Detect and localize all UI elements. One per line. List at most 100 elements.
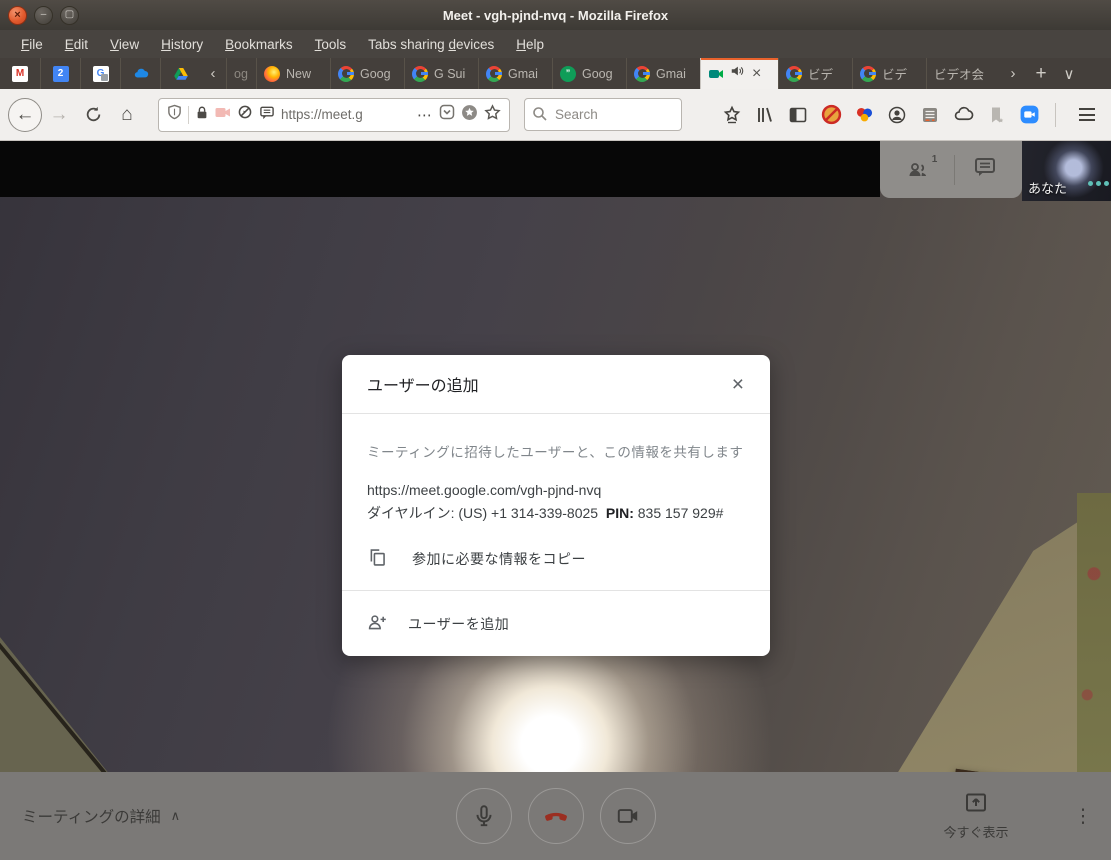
tab-overflow-partial[interactable]: og <box>226 58 256 89</box>
meet-favicon-icon <box>708 66 724 82</box>
microphone-button[interactable] <box>456 788 512 844</box>
url-bar[interactable]: https://meet.g ⋯ <box>158 98 510 132</box>
pinned-tab-gmail[interactable]: M <box>0 58 40 89</box>
screenshot-circle-star-icon[interactable] <box>461 104 478 126</box>
meet-top-panel: 1 <box>880 141 1022 198</box>
window-maximize-button[interactable]: ▢ <box>60 6 79 25</box>
tab-video-1[interactable]: ビデ <box>778 58 852 89</box>
menu-hamburger-icon[interactable] <box>1071 104 1103 125</box>
firefox-favicon-icon <box>264 66 280 82</box>
menu-bar: File Edit View History Bookmarks Tools T… <box>0 30 1111 58</box>
tab-video-3[interactable]: ビデオ会 <box>926 58 1000 89</box>
all-tabs-dropdown-button[interactable]: ∨ <box>1056 58 1082 89</box>
panel-divider <box>954 155 955 185</box>
tab-gsuite[interactable]: G Sui <box>404 58 478 89</box>
menu-file[interactable]: File <box>10 33 54 56</box>
https-lock-icon[interactable] <box>195 105 209 125</box>
tab-label: New <box>286 67 311 81</box>
copy-joining-info-label: 参加に必要な情報をコピー <box>412 549 586 569</box>
more-options-button[interactable]: ⋮ <box>1068 772 1098 860</box>
reload-button[interactable] <box>76 98 110 132</box>
tab-video-2[interactable]: ビデ <box>852 58 926 89</box>
menu-tabs-sharing-devices[interactable]: Tabs sharing devices <box>357 33 505 56</box>
tab-gmail-1[interactable]: Gmai <box>478 58 552 89</box>
pinned-tab-calendar[interactable]: 2 <box>40 58 80 89</box>
tab-audio-speaker-icon[interactable] <box>730 64 744 83</box>
dial-in-label: ダイヤルイン: <box>367 505 454 521</box>
tab-scroll-left-button[interactable]: ‹ <box>200 58 226 89</box>
meeting-details-label: ミーティングの詳細 <box>22 805 161 827</box>
url-text[interactable]: https://meet.g <box>281 107 411 122</box>
present-screen-icon <box>964 792 988 817</box>
drive-favicon-icon <box>173 66 189 82</box>
cloud-extension-icon[interactable] <box>952 104 974 126</box>
camera-button[interactable] <box>600 788 656 844</box>
tab-label: Gmai <box>656 67 686 81</box>
menu-help[interactable]: Help <box>505 33 555 56</box>
google-favicon-icon <box>634 66 650 82</box>
copy-joining-info-button[interactable]: 参加に必要な情報をコピー <box>367 547 745 571</box>
notifications-bubble-icon[interactable] <box>259 105 275 125</box>
pinned-tab-onedrive[interactable] <box>120 58 160 89</box>
audio-activity-dots-icon[interactable] <box>1088 181 1109 186</box>
menu-history[interactable]: History <box>150 33 214 56</box>
pinned-tab-drive[interactable] <box>160 58 200 89</box>
sidebar-toggle-icon[interactable] <box>787 104 809 126</box>
menu-bookmarks[interactable]: Bookmarks <box>214 33 304 56</box>
back-button[interactable]: ← <box>8 98 42 132</box>
autoplay-blocked-icon[interactable] <box>237 104 253 125</box>
present-now-button[interactable]: 今すぐ表示 <box>930 772 1022 860</box>
library-icon[interactable] <box>754 104 776 126</box>
present-now-label: 今すぐ表示 <box>943 822 1008 841</box>
dialog-close-icon[interactable]: × <box>728 372 748 397</box>
meet-control-bar: ミーティングの詳細 ∧ 今すぐ表示 ⋮ <box>0 772 1111 860</box>
add-users-dialog: ユーザーの追加 × ミーティングに招待したユーザーと、この情報を共有します ht… <box>342 355 770 656</box>
tab-bar: M 2 G ‹ og New Goog G Sui Gmai ”Goog Gma… <box>0 58 1111 89</box>
person-add-icon <box>367 613 388 634</box>
pocket-save-icon[interactable] <box>439 104 455 125</box>
page-actions-ellipsis-icon[interactable]: ⋯ <box>417 106 433 124</box>
home-button[interactable]: ⌂ <box>110 98 144 132</box>
account-icon[interactable] <box>886 104 908 126</box>
adblocker-extension-icon[interactable] <box>820 104 842 126</box>
colorballs-extension-icon[interactable] <box>853 104 875 126</box>
new-tab-button[interactable]: + <box>1026 58 1056 89</box>
bookmark-star-icon[interactable] <box>484 104 501 126</box>
server-extension-icon[interactable] <box>919 104 941 126</box>
menu-tools[interactable]: Tools <box>304 33 358 56</box>
zoom-camera-extension-icon[interactable] <box>1018 104 1040 126</box>
hang-up-button[interactable] <box>528 788 584 844</box>
window-title: Meet - vgh-pjnd-nvq - Mozilla Firefox <box>0 8 1111 23</box>
tracking-protection-shield-icon[interactable] <box>167 104 182 125</box>
google-favicon-icon <box>486 66 502 82</box>
participant-count-badge: 1 <box>932 154 938 178</box>
tab-label: G Sui <box>434 67 465 81</box>
tab-gmail-2[interactable]: Gmai <box>626 58 700 89</box>
forward-button[interactable]: → <box>42 98 76 132</box>
close-tab-icon[interactable]: × <box>752 66 761 82</box>
pinned-tab-translate[interactable]: G <box>80 58 120 89</box>
search-box <box>524 98 682 131</box>
dial-in-info: ダイヤルイン: (US) +1 314-339-8025 PIN: 835 15… <box>367 502 745 525</box>
window-minimize-button[interactable]: – <box>34 6 53 25</box>
star-badge-icon[interactable] <box>721 104 743 126</box>
hangouts-favicon-icon: ” <box>560 66 576 82</box>
camera-in-use-icon[interactable] <box>215 106 231 124</box>
menu-view[interactable]: View <box>99 33 150 56</box>
tab-meet-active[interactable]: × <box>700 58 778 89</box>
bookmark-flag-disabled-icon[interactable] <box>985 104 1007 126</box>
tab-scroll-right-button[interactable]: › <box>1000 58 1026 89</box>
meeting-details-button[interactable]: ミーティングの詳細 ∧ <box>22 772 180 860</box>
add-users-button[interactable]: ユーザーを追加 <box>342 590 770 656</box>
chat-button[interactable] <box>973 155 997 184</box>
tab-new[interactable]: New <box>256 58 330 89</box>
tab-google-1[interactable]: Goog <box>330 58 404 89</box>
tab-hangouts[interactable]: ”Goog <box>552 58 626 89</box>
window-close-button[interactable]: × <box>8 6 27 25</box>
google-favicon-icon <box>786 66 802 82</box>
participants-button[interactable]: 1 <box>905 158 937 182</box>
chevron-up-icon: ∧ <box>171 808 181 824</box>
menu-edit[interactable]: Edit <box>54 33 99 56</box>
tab-label: Goog <box>360 67 391 81</box>
search-icon <box>532 106 548 127</box>
